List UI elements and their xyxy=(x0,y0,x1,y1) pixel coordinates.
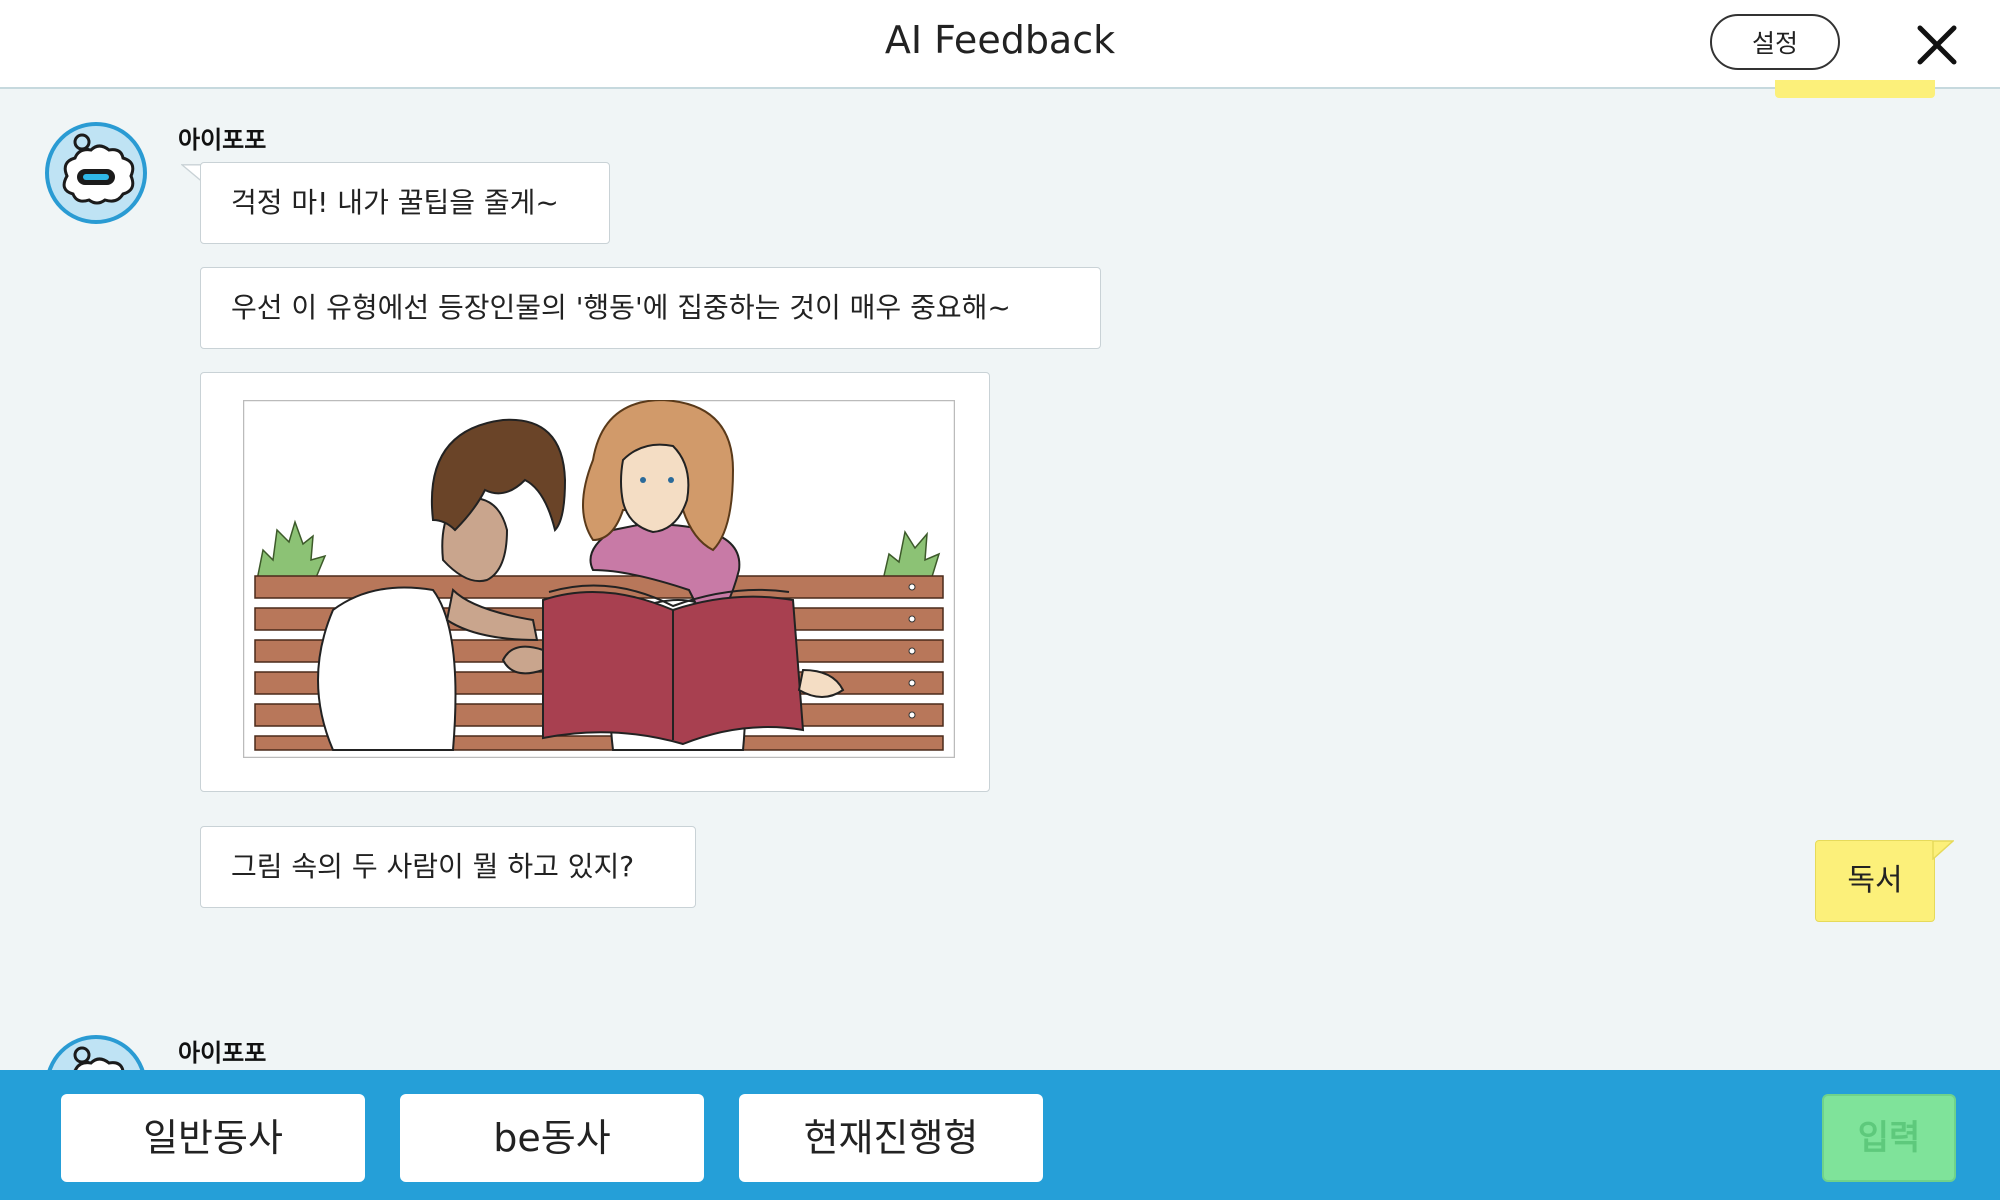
bot-avatar xyxy=(45,122,147,224)
settings-button[interactable]: 설정 xyxy=(1710,14,1840,70)
bot-message-bubble: 그림 속의 두 사람이 뭘 하고 있지? xyxy=(200,826,696,908)
option-button-be-verb[interactable]: be동사 xyxy=(400,1094,704,1182)
bot-message-bubble: 걱정 마! 내가 꿀팁을 줄게~ xyxy=(200,162,610,244)
user-bubble-tail xyxy=(1932,840,1954,860)
option-button-present-progressive[interactable]: 현재진행형 xyxy=(739,1094,1043,1182)
reading-couple-illustration xyxy=(243,400,955,758)
submit-button[interactable]: 입력 xyxy=(1822,1094,1956,1182)
bot-image-bubble xyxy=(200,372,990,792)
robot-icon xyxy=(62,133,135,205)
page-title: AI Feedback xyxy=(884,18,1116,62)
answer-bar: 일반동사 be동사 현재진행형 입력 xyxy=(0,1070,2000,1200)
sender-name: 아이포포 xyxy=(178,126,267,154)
sender-name: 아이포포 xyxy=(178,1039,267,1067)
close-button[interactable] xyxy=(1912,20,1962,70)
close-icon xyxy=(1917,25,1957,65)
user-message-bubble: 독서 xyxy=(1815,840,1935,922)
chat-area[interactable]: 아이포포 걱정 마! 내가 꿀팁을 줄게~ 우선 이 유형에선 등장인물의 '행… xyxy=(0,90,2000,1070)
option-button-general-verb[interactable]: 일반동사 xyxy=(61,1094,365,1182)
bot-avatar xyxy=(45,1035,147,1070)
header-bar: AI Feedback 설정 xyxy=(0,0,2000,89)
robot-icon xyxy=(73,1046,125,1070)
bot-message-bubble: 우선 이 유형에선 등장인물의 '행동'에 집중하는 것이 매우 중요해~ xyxy=(200,267,1101,349)
